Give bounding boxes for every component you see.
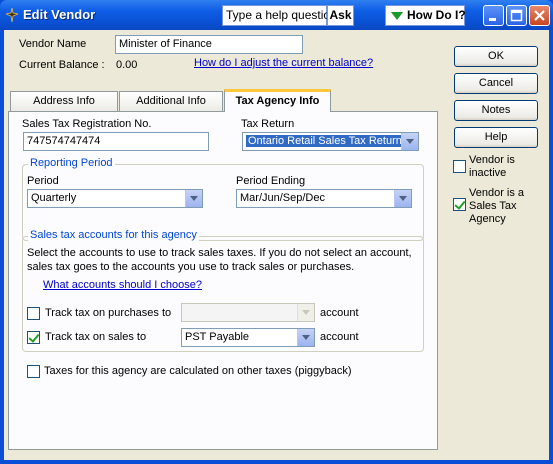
- track-purchases-checkbox[interactable]: [27, 307, 40, 320]
- edit-vendor-window: Edit Vendor Type a help question Ask How…: [0, 0, 553, 464]
- sales-tax-reg-field[interactable]: 747574747474: [23, 132, 209, 151]
- purchases-account-suffix: account: [320, 307, 359, 319]
- title-bar[interactable]: Edit Vendor Type a help question Ask How…: [0, 0, 553, 30]
- maximize-button[interactable]: [506, 5, 527, 26]
- maximize-icon: [510, 9, 523, 22]
- sales-tax-accounts-title: Sales tax accounts for this agency: [28, 229, 199, 241]
- period-ending-selected-value: Mar/Jun/Sep/Dec: [240, 192, 325, 204]
- period-ending-select[interactable]: Mar/Jun/Sep/Dec: [236, 189, 412, 208]
- sales-account-suffix: account: [320, 331, 359, 343]
- sales-tax-agency-label-line2: Sales Tax: [469, 200, 517, 212]
- how-do-i-label: How Do I?: [407, 8, 466, 22]
- dropdown-arrow-icon[interactable]: [297, 304, 314, 321]
- current-balance-value: 0.00: [116, 59, 138, 71]
- vendor-inactive-checkbox[interactable]: [453, 160, 466, 173]
- notes-button[interactable]: Notes: [454, 100, 538, 121]
- close-icon: [534, 10, 545, 21]
- sales-tax-accounts-group: Sales tax accounts for this agency Selec…: [22, 229, 424, 352]
- piggyback-label: Taxes for this agency are calculated on …: [44, 365, 352, 377]
- what-accounts-link[interactable]: What accounts should I choose?: [43, 279, 202, 291]
- tab-address-info[interactable]: Address Info: [10, 91, 118, 111]
- sales-account-value: PST Payable: [185, 331, 250, 343]
- vendor-inactive-label-line1: Vendor is: [469, 154, 515, 166]
- period-selected-value: Quarterly: [31, 192, 77, 204]
- cancel-button[interactable]: Cancel: [454, 73, 538, 94]
- window-title: Edit Vendor: [23, 7, 96, 22]
- tab-tax-agency-info[interactable]: Tax Agency Info: [224, 89, 331, 112]
- minimize-button[interactable]: [483, 5, 504, 26]
- period-select[interactable]: Quarterly: [27, 189, 203, 208]
- reporting-period-title: Reporting Period: [28, 157, 115, 169]
- accounts-description-line2: sales tax goes to the accounts you use t…: [27, 261, 355, 273]
- tab-additional-info[interactable]: Additional Info: [119, 91, 223, 111]
- track-sales-label: Track tax on sales to: [45, 331, 147, 343]
- dropdown-triangle-icon: [391, 12, 403, 20]
- minimize-icon: [489, 18, 496, 21]
- dropdown-arrow-icon[interactable]: [401, 133, 418, 150]
- tax-return-select[interactable]: Ontario Retail Sales Tax Return: [242, 132, 419, 151]
- period-ending-label: Period Ending: [236, 175, 306, 187]
- adjust-balance-link[interactable]: How do I adjust the current balance?: [194, 57, 373, 69]
- dialog-body: Vendor Name Minister of Finance Current …: [4, 30, 549, 460]
- dropdown-arrow-icon[interactable]: [185, 190, 202, 207]
- dropdown-arrow-icon[interactable]: [297, 329, 314, 346]
- purchases-account-select[interactable]: [181, 303, 315, 322]
- track-sales-checkbox[interactable]: [27, 331, 40, 344]
- ok-button[interactable]: OK: [454, 46, 538, 67]
- sales-tax-reg-label: Sales Tax Registration No.: [22, 118, 152, 130]
- tax-agency-tab-panel: Sales Tax Registration No. 747574747474 …: [8, 111, 438, 450]
- dropdown-arrow-icon[interactable]: [394, 190, 411, 207]
- sales-account-select[interactable]: PST Payable: [181, 328, 315, 347]
- how-do-i-button[interactable]: How Do I?: [385, 5, 466, 26]
- vendor-name-field[interactable]: Minister of Finance: [115, 35, 303, 54]
- accounts-description-line1: Select the accounts to use to track sale…: [27, 247, 412, 259]
- current-balance-label: Current Balance :: [19, 59, 105, 71]
- help-question-input[interactable]: Type a help question: [222, 5, 337, 26]
- sales-tax-agency-label-line3: Agency: [469, 213, 506, 225]
- help-button[interactable]: Help: [454, 127, 538, 148]
- vendor-name-label: Vendor Name: [19, 38, 87, 50]
- ask-button[interactable]: Ask: [327, 5, 354, 26]
- sales-tax-agency-checkbox[interactable]: [453, 198, 466, 211]
- tax-return-selected-value: Ontario Retail Sales Tax Return: [246, 135, 404, 147]
- track-purchases-label: Track tax on purchases to: [45, 307, 172, 319]
- tax-return-label: Tax Return: [241, 118, 295, 130]
- sales-tax-agency-label-line1: Vendor is a: [469, 187, 525, 199]
- close-button[interactable]: [529, 5, 550, 26]
- piggyback-checkbox[interactable]: [27, 365, 40, 378]
- quickbooks-app-icon: [6, 8, 18, 22]
- period-label: Period: [27, 175, 59, 187]
- vendor-inactive-label-line2: inactive: [469, 167, 507, 179]
